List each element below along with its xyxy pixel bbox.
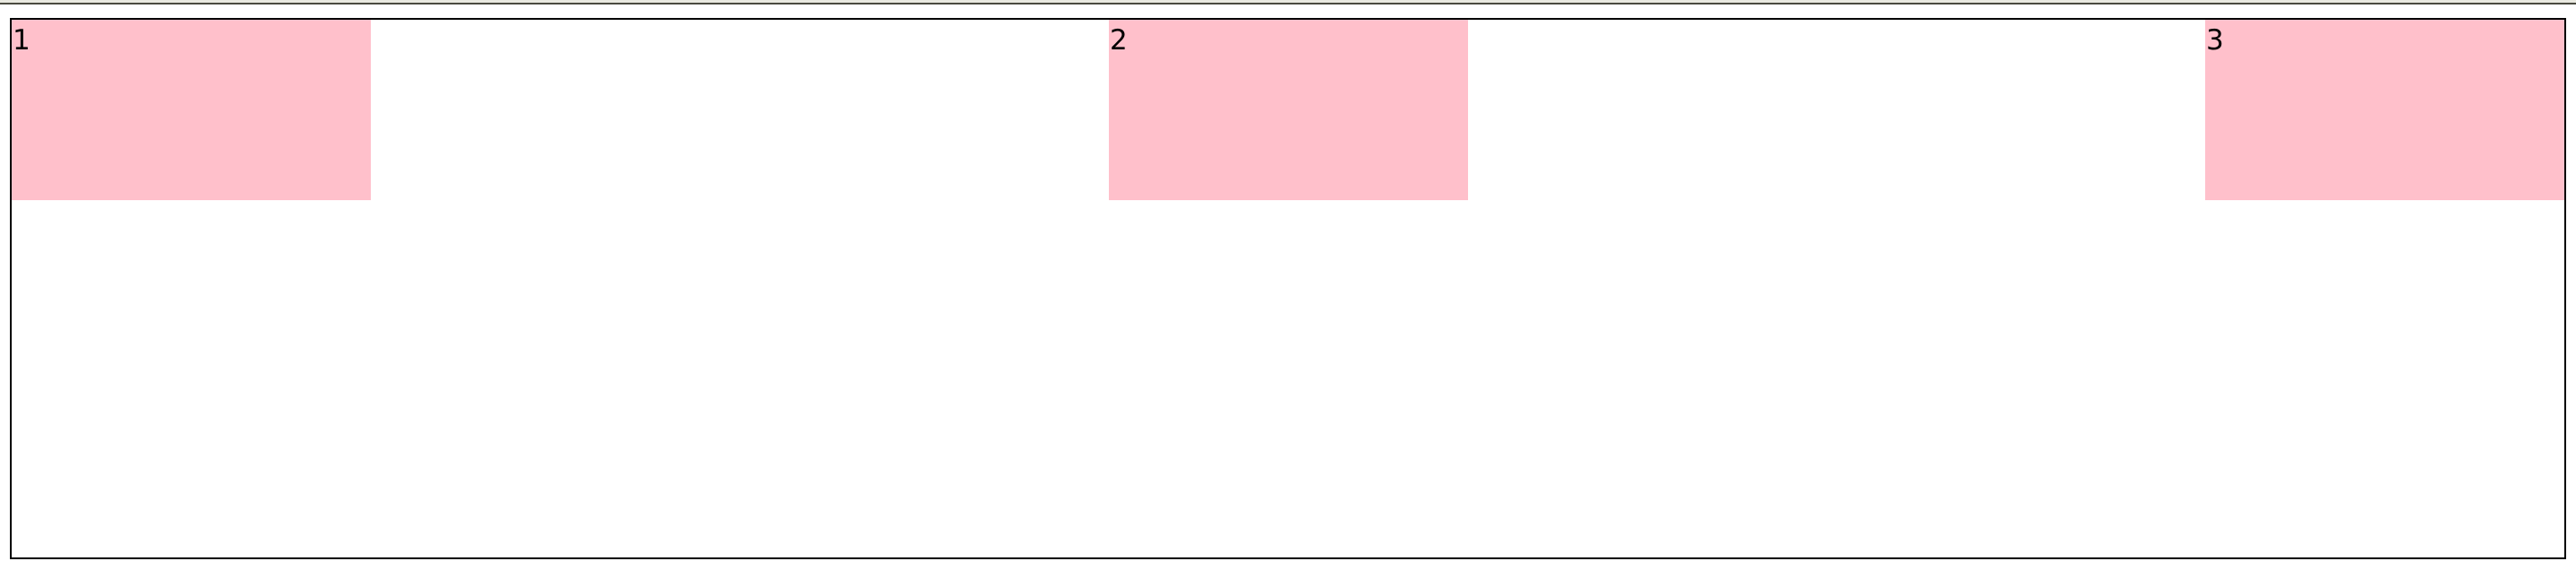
box-label: 3 (2206, 24, 2224, 57)
box-label: 2 (1110, 24, 1128, 57)
pink-box-3: 3 (2205, 20, 2564, 200)
pink-box-1: 1 (12, 20, 371, 200)
window-top-bar (0, 0, 2576, 4)
box-label: 1 (13, 24, 31, 57)
flex-container: 1 2 3 (10, 18, 2566, 559)
pink-box-2: 2 (1109, 20, 1468, 200)
